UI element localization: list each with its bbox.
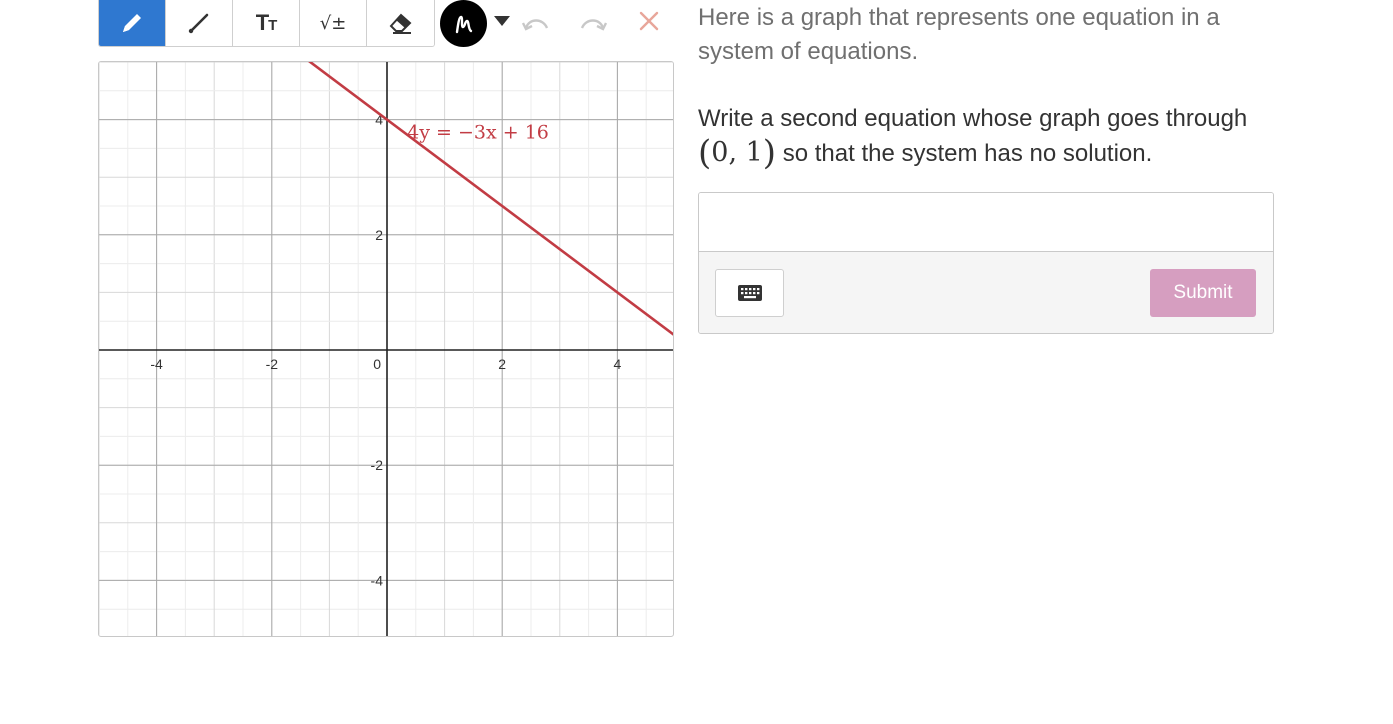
- y-tick-label: -4: [371, 572, 384, 588]
- question-task: Write a second equation whose graph goes…: [698, 102, 1288, 171]
- submit-button[interactable]: Submit: [1150, 269, 1256, 317]
- question-intro-text: Here is a graph that represents one equa…: [698, 4, 1220, 65]
- color-picker-button[interactable]: [440, 0, 487, 47]
- text-tool-button[interactable]: TT: [233, 0, 300, 46]
- answer-input[interactable]: [699, 193, 1273, 252]
- x-tick-label: 0: [373, 356, 381, 372]
- equation-label: 4y = −3x + 16: [407, 122, 549, 144]
- graph-canvas: -4 -2 0 2 442-2-44y = −3x + 16: [99, 62, 673, 636]
- color-dropdown-caret-icon[interactable]: [494, 16, 510, 26]
- pencil-icon: [123, 14, 141, 32]
- pencil-tool-button[interactable]: [99, 0, 166, 46]
- line-tool-button[interactable]: [166, 0, 233, 46]
- question-intro: Here is a graph that represents one equa…: [698, 1, 1288, 69]
- eraser-tool-button[interactable]: [367, 0, 434, 46]
- coordinate-graph[interactable]: -4 -2 0 2 4 4 2 -2 -4 4y = −3x + 16: [98, 61, 674, 637]
- tool-group: TT √±: [98, 0, 435, 47]
- point-coordinates: 0, 1: [711, 137, 763, 168]
- math-tool-button[interactable]: √±: [300, 0, 367, 46]
- x-tick-label: -2: [266, 356, 279, 372]
- close-icon[interactable]: [636, 8, 662, 34]
- keyboard-icon: [737, 285, 762, 301]
- y-tick-label: 2: [375, 227, 383, 243]
- text-icon: TT: [255, 10, 278, 35]
- eraser-icon: [389, 13, 411, 34]
- drawing-toolbar: TT √±: [98, 0, 435, 47]
- math-keyboard-button[interactable]: [715, 269, 784, 317]
- x-tick-label: 2: [498, 356, 506, 372]
- y-tick-label: -2: [371, 457, 384, 473]
- undo-icon[interactable]: [521, 10, 551, 36]
- answer-box: Submit: [698, 192, 1274, 334]
- x-tick-label: 4: [614, 356, 622, 372]
- line-icon: [188, 13, 209, 34]
- question-task-text-b: so that the system has no solution.: [782, 140, 1153, 167]
- question-task-text-a: Write a second equation whose graph goes…: [698, 105, 1248, 132]
- answer-footer: Submit: [699, 252, 1273, 333]
- math-icon: √±: [319, 12, 347, 34]
- redo-icon[interactable]: [578, 10, 608, 36]
- scribble-icon: [455, 15, 472, 33]
- x-tick-label: -4: [150, 356, 163, 372]
- point-expression: (0, 1): [698, 133, 777, 173]
